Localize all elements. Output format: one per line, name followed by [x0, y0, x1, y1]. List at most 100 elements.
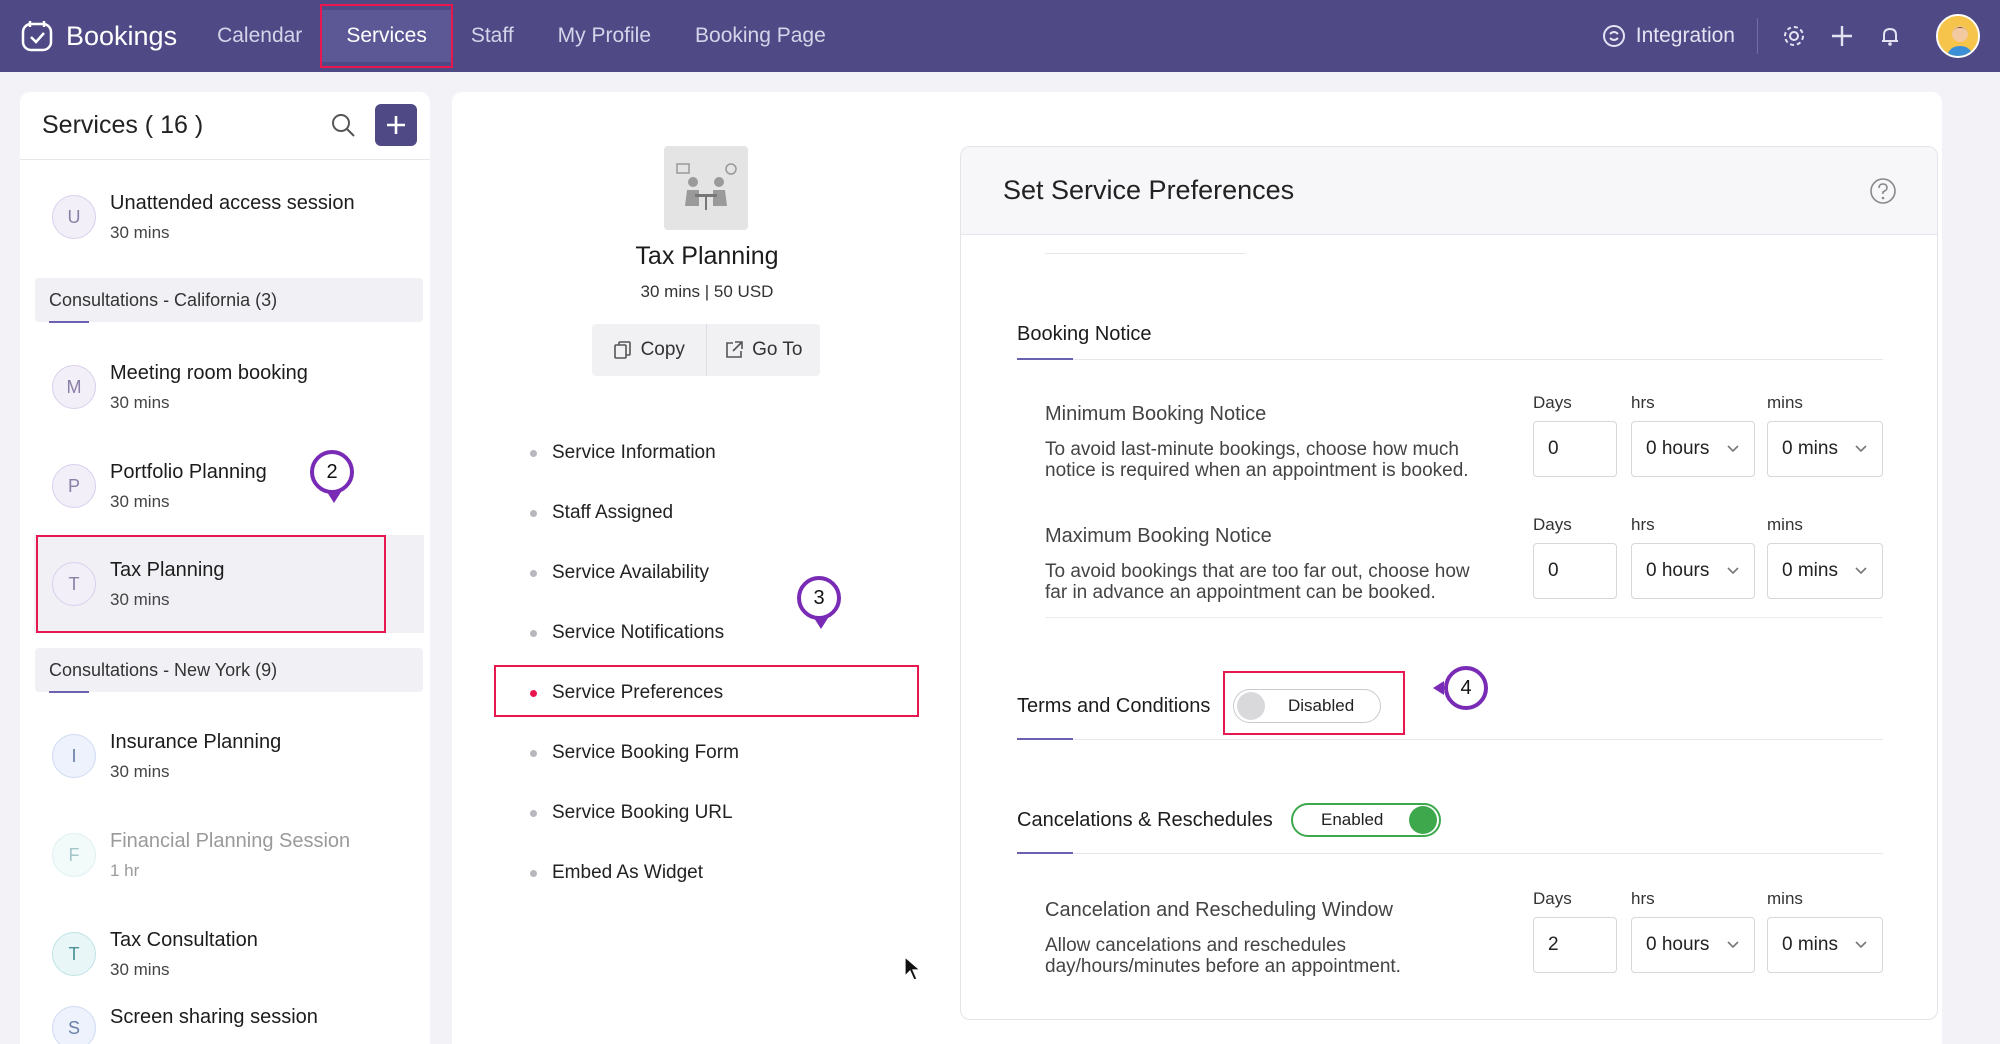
- bullet-icon: [530, 869, 537, 877]
- menu-service-notifications[interactable]: Service Notifications: [530, 622, 724, 644]
- nav-staff[interactable]: Staff: [471, 24, 514, 48]
- avatar[interactable]: [1936, 14, 1980, 58]
- bullet-icon: [530, 449, 537, 457]
- menu-label: Service Information: [552, 442, 716, 463]
- copy-button[interactable]: Copy: [592, 324, 706, 376]
- menu-service-booking-form[interactable]: Service Booking Form: [530, 742, 739, 764]
- menu-label: Embed As Widget: [552, 862, 704, 883]
- days-label: Days: [1533, 515, 1572, 534]
- service-preferences-card: Set Service Preferences Booking Notice M…: [960, 146, 1938, 1020]
- nav-booking-page[interactable]: Booking Page: [695, 24, 826, 48]
- min-booking-notice-title: Minimum Booking Notice: [1045, 403, 1267, 425]
- service-duration: 30 mins: [110, 959, 170, 979]
- service-item[interactable]: F Financial Planning Session 1 hr: [34, 806, 424, 904]
- cancel-window-desc-2: day/hours/minutes before an appointment.: [1045, 956, 1401, 977]
- service-avatar: S: [52, 1006, 96, 1044]
- min-mins-select[interactable]: 0 mins: [1767, 421, 1883, 477]
- app-name: Bookings: [66, 20, 178, 51]
- hrs-label: hrs: [1631, 889, 1655, 908]
- callout-marker-3: 3: [797, 576, 841, 629]
- min-days-input[interactable]: 0: [1533, 421, 1617, 477]
- min-booking-notice-desc-1: To avoid last-minute bookings, choose ho…: [1045, 439, 1460, 460]
- bullet-icon: [530, 809, 537, 817]
- service-image: [664, 146, 748, 230]
- goto-button[interactable]: Go To: [705, 324, 821, 376]
- service-item[interactable]: P Portfolio Planning 30 mins: [34, 437, 424, 535]
- max-booking-notice-desc-2: far in advance an appointment can be boo…: [1045, 582, 1436, 603]
- service-avatar: M: [52, 365, 96, 409]
- nav-services[interactable]: Services: [320, 4, 453, 68]
- search-icon[interactable]: [330, 112, 356, 143]
- menu-service-availability[interactable]: Service Availability: [530, 562, 709, 584]
- bell-icon[interactable]: [1868, 14, 1912, 58]
- selected-service-highlight: [36, 535, 386, 633]
- external-link-icon: [726, 341, 743, 358]
- max-booking-notice-title: Maximum Booking Notice: [1045, 525, 1272, 547]
- mins-label: mins: [1767, 515, 1803, 534]
- add-service-button[interactable]: [375, 104, 417, 146]
- settings-icon[interactable]: [1772, 14, 1816, 58]
- service-name: Portfolio Planning: [110, 460, 267, 483]
- plus-icon[interactable]: [1820, 14, 1864, 58]
- service-item[interactable]: T Tax Consultation 30 mins: [34, 905, 424, 1003]
- cancel-hours-select[interactable]: 0 hours: [1631, 917, 1755, 973]
- chevron-down-icon: [1855, 445, 1867, 453]
- cancel-window-title: Cancelation and Rescheduling Window: [1045, 899, 1393, 921]
- plus-icon: [387, 116, 405, 134]
- service-avatar: P: [52, 464, 96, 508]
- days-label: Days: [1533, 393, 1572, 412]
- menu-service-information[interactable]: Service Information: [530, 442, 716, 464]
- integration-link[interactable]: Integration: [1602, 18, 1758, 54]
- menu-service-booking-url[interactable]: Service Booking URL: [530, 802, 733, 824]
- bullet-icon: [530, 749, 537, 757]
- service-duration: 1 hr: [110, 860, 140, 880]
- menu-embed-as-widget[interactable]: Embed As Widget: [530, 862, 703, 884]
- help-icon[interactable]: [1869, 177, 1897, 210]
- service-avatar: I: [52, 734, 96, 778]
- service-group-header[interactable]: Consultations - New York (9): [35, 648, 423, 693]
- preferences-title: Set Service Preferences: [1003, 175, 1295, 205]
- services-panel-title: Services ( 16 ): [42, 111, 204, 139]
- meeting-image-icon: [676, 163, 737, 210]
- service-duration: 30 mins: [110, 222, 170, 242]
- service-item[interactable]: U Unattended access session 30 mins: [34, 168, 424, 266]
- service-item[interactable]: I Insurance Planning 30 mins: [34, 707, 424, 805]
- section-divider: [1017, 738, 1883, 740]
- cancel-mins-select[interactable]: 0 mins: [1767, 917, 1883, 973]
- bullet-icon: [530, 629, 537, 637]
- service-group-header[interactable]: Consultations - California (3): [35, 278, 423, 323]
- service-title: Tax Planning: [635, 242, 779, 270]
- service-meta: 30 mins | 50 USD: [640, 282, 774, 301]
- service-item[interactable]: M Meeting room booking 30 mins: [34, 338, 424, 436]
- cancel-days-input[interactable]: 2: [1533, 917, 1617, 973]
- max-hours-select[interactable]: 0 hours: [1631, 543, 1755, 599]
- max-mins-select[interactable]: 0 mins: [1767, 543, 1883, 599]
- goto-label: Go To: [752, 339, 803, 360]
- service-name: Meeting room booking: [110, 361, 308, 384]
- select-value: 0 hours: [1646, 560, 1710, 581]
- chevron-down-icon: [1855, 941, 1867, 949]
- cancel-toggle[interactable]: Enabled: [1291, 803, 1441, 837]
- top-nav-bar: Bookings Calendar Services Staff My Prof…: [0, 0, 2000, 72]
- app-brand[interactable]: Bookings: [20, 19, 177, 53]
- bullet-icon: [530, 509, 537, 517]
- chevron-down-icon: [1855, 567, 1867, 575]
- cancel-title: Cancelations & Reschedules: [1017, 809, 1273, 831]
- min-hours-select[interactable]: 0 hours: [1631, 421, 1755, 477]
- service-name: Unattended access session: [110, 191, 355, 214]
- scroll-cut-divider: [1045, 253, 1245, 254]
- service-avatar: U: [52, 195, 96, 239]
- nav-my-profile[interactable]: My Profile: [558, 24, 651, 48]
- nav-calendar[interactable]: Calendar: [217, 24, 302, 48]
- max-booking-notice-desc-1: To avoid bookings that are too far out, …: [1045, 561, 1470, 582]
- service-actions: Copy Go To: [592, 324, 820, 376]
- menu-staff-assigned[interactable]: Staff Assigned: [530, 502, 673, 524]
- chevron-down-icon: [1727, 567, 1739, 575]
- select-value: 0 hours: [1646, 934, 1710, 955]
- chevron-down-icon: [1727, 445, 1739, 453]
- select-value: 0 mins: [1782, 934, 1838, 955]
- service-avatar: F: [52, 833, 96, 877]
- terms-title: Terms and Conditions: [1017, 695, 1211, 717]
- service-item[interactable]: S Screen sharing session: [34, 992, 424, 1044]
- max-days-input[interactable]: 0: [1533, 543, 1617, 599]
